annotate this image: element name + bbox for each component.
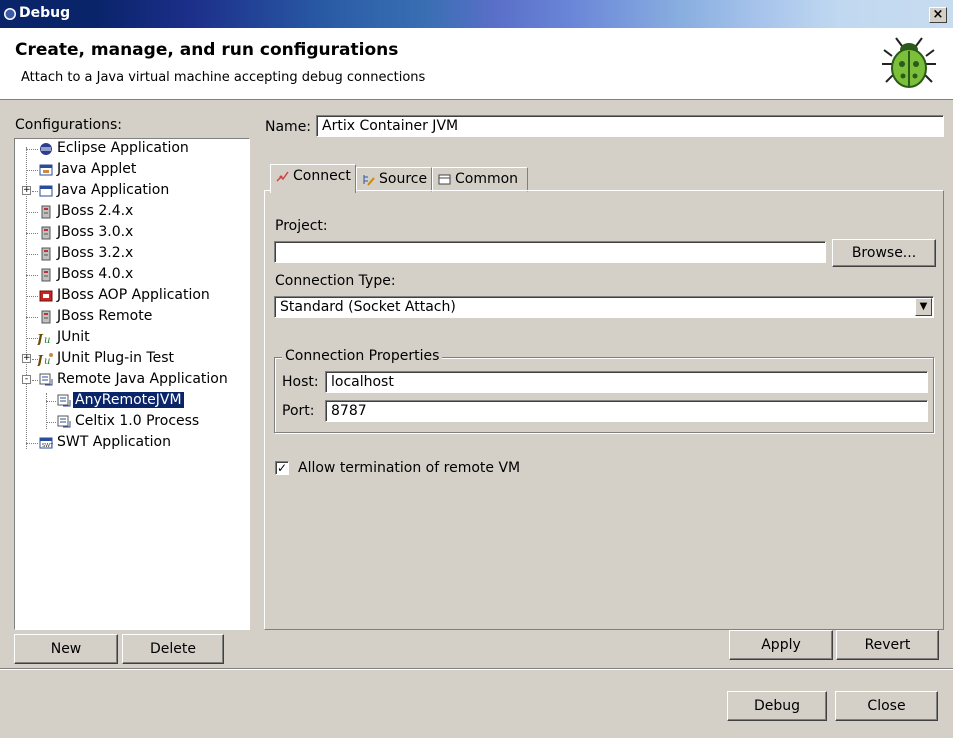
tree-item-junit-plugin-test[interactable]: + Ju JUnit Plug-in Test: [15, 349, 245, 370]
eclipse-icon: [40, 143, 52, 155]
tree-item-jboss-3-0[interactable]: JBoss 3.0.x: [15, 223, 245, 244]
tree-item-label: JBoss 3.0.x: [57, 224, 134, 240]
connection-properties-legend: Connection Properties: [282, 348, 443, 364]
new-button[interactable]: New: [14, 634, 118, 664]
tree-item-label: Eclipse Application: [57, 140, 189, 156]
page-title: Create, manage, and run configurations: [15, 40, 399, 60]
tree-item-junit[interactable]: Ju JUnit: [15, 328, 245, 349]
junit-plugin-icon: Ju: [37, 353, 53, 366]
revert-button[interactable]: Revert: [836, 630, 939, 660]
project-label: Project:: [275, 218, 328, 234]
tree-item-label: SWT Application: [57, 434, 171, 450]
port-input[interactable]: 8787: [325, 400, 928, 422]
tab-source[interactable]: Source: [356, 167, 432, 192]
tree-item-jboss-4-0[interactable]: JBoss 4.0.x: [15, 265, 245, 286]
tree-item-jboss-aop-application[interactable]: JBoss AOP Application: [15, 286, 245, 307]
tree-item-eclipse-application[interactable]: Eclipse Application: [15, 139, 245, 160]
bug-icon: [882, 37, 936, 88]
connection-type-select[interactable]: Standard (Socket Attach) ▼: [274, 296, 934, 318]
tree-item-jboss-remote[interactable]: JBoss Remote: [15, 307, 245, 328]
allow-termination-label: Allow termination of remote VM: [298, 460, 521, 476]
tree-item-label: JUnit Plug-in Test: [57, 350, 175, 366]
host-label: Host:: [282, 374, 319, 390]
tab-common[interactable]: Common: [432, 167, 528, 192]
name-input[interactable]: Artix Container JVM: [316, 115, 944, 137]
jboss-icon: [41, 226, 51, 240]
tree-item-label: JBoss 3.2.x: [57, 245, 134, 261]
debug-button[interactable]: Debug: [727, 691, 827, 721]
tree-item-label: JUnit: [57, 329, 90, 345]
page-subtitle: Attach to a Java virtual machine accepti…: [21, 70, 426, 85]
window-title: Debug: [19, 5, 71, 21]
remote-java-icon: [39, 373, 53, 386]
svg-text:u: u: [44, 335, 50, 345]
jboss-icon: [41, 268, 51, 282]
tree-item-anyremotejvm[interactable]: AnyRemoteJVM: [15, 391, 245, 412]
eclipse-window-icon: [4, 8, 16, 20]
tree-item-label: Java Application: [57, 182, 170, 198]
close-window-button[interactable]: ×: [929, 7, 947, 23]
tree-item-label: Remote Java Application: [57, 371, 228, 387]
svg-text:u: u: [44, 356, 50, 366]
dialog-header: Create, manage, and run configurations A…: [0, 28, 953, 100]
tree-item-label: Java Applet: [57, 161, 137, 177]
applet-icon: [39, 164, 53, 176]
java-app-icon: [39, 185, 53, 197]
jboss-icon: [41, 247, 51, 261]
apply-button[interactable]: Apply: [729, 630, 833, 660]
tab-connect[interactable]: Connect: [270, 164, 356, 193]
svg-text:J: J: [37, 353, 44, 366]
project-input[interactable]: [274, 241, 826, 263]
tree-item-label: JBoss 4.0.x: [57, 266, 134, 282]
tree-item-label: JBoss AOP Application: [57, 287, 210, 303]
source-icon: [363, 175, 375, 186]
svg-text:SWT: SWT: [42, 443, 53, 449]
tree-item-swt-application[interactable]: SWT SWT Application: [15, 433, 245, 454]
tree-item-java-applet[interactable]: Java Applet: [15, 160, 245, 181]
connection-type-label: Connection Type:: [275, 273, 396, 289]
tree-collapse-toggle[interactable]: -: [22, 375, 31, 384]
tree-item-label: AnyRemoteJVM: [73, 392, 184, 408]
jboss-aop-icon: [39, 290, 53, 302]
common-icon: [438, 174, 451, 185]
allow-termination-checkbox[interactable]: ✓: [275, 461, 289, 475]
host-input[interactable]: localhost: [325, 371, 928, 393]
tree-item-celtix-process[interactable]: Celtix 1.0 Process: [15, 412, 245, 433]
tree-item-jboss-2-4[interactable]: JBoss 2.4.x: [15, 202, 245, 223]
chevron-down-icon[interactable]: ▼: [915, 298, 932, 316]
tree-item-jboss-3-2[interactable]: JBoss 3.2.x: [15, 244, 245, 265]
connection-type-value: Standard (Socket Attach): [280, 299, 456, 315]
svg-text:J: J: [37, 332, 44, 345]
tab-label: Common: [455, 171, 519, 187]
jboss-icon: [41, 310, 51, 324]
footer-separator: [0, 668, 953, 670]
remote-java-icon: [57, 415, 71, 428]
tab-label: Connect: [293, 168, 351, 184]
tree-item-remote-java-application[interactable]: - Remote Java Application: [15, 370, 245, 391]
close-button[interactable]: Close: [835, 691, 938, 721]
tree-item-label: JBoss Remote: [57, 308, 153, 324]
name-label: Name:: [265, 119, 312, 135]
tree-item-label: JBoss 2.4.x: [57, 203, 134, 219]
port-label: Port:: [282, 403, 315, 419]
jboss-icon: [41, 205, 51, 219]
tab-label: Source: [379, 171, 428, 187]
remote-java-icon: [57, 394, 71, 407]
tree-item-label: Celtix 1.0 Process: [75, 413, 200, 429]
configurations-tree[interactable]: Eclipse Application Java Applet + Java A…: [14, 138, 250, 630]
tree-expand-toggle[interactable]: +: [22, 354, 31, 363]
tree-item-java-application[interactable]: + Java Application: [15, 181, 245, 202]
connect-icon: [276, 171, 289, 182]
delete-button[interactable]: Delete: [122, 634, 224, 664]
junit-icon: Ju: [37, 332, 50, 345]
browse-button[interactable]: Browse...: [832, 239, 936, 267]
title-bar: Debug ×: [0, 0, 953, 28]
tree-expand-toggle[interactable]: +: [22, 186, 31, 195]
configurations-label: Configurations:: [15, 117, 122, 133]
swt-icon: SWT: [39, 437, 53, 449]
